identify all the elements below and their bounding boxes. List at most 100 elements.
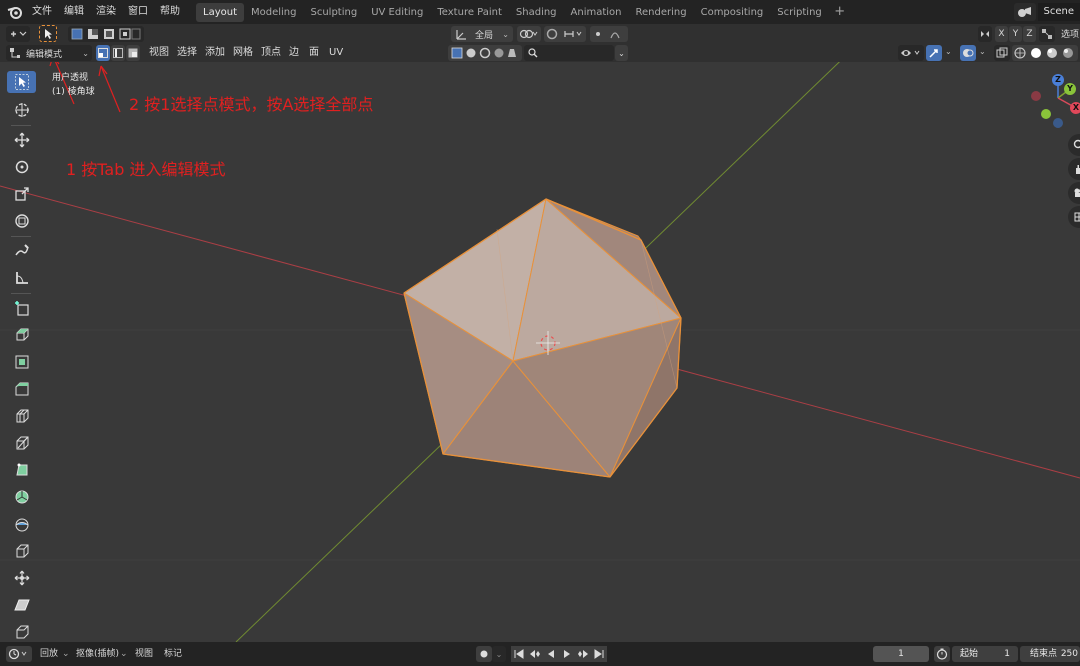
jump-end-button[interactable]: [591, 646, 607, 662]
tab-rendering[interactable]: Rendering: [629, 3, 694, 22]
visibility-dropdown[interactable]: [898, 45, 924, 61]
gizmo-y-axis[interactable]: Y: [1064, 83, 1076, 95]
options-dropdown[interactable]: 选项: [1061, 27, 1079, 40]
object-type-visibility-group[interactable]: [448, 45, 522, 61]
mirror-y-toggle[interactable]: Y: [1009, 26, 1022, 42]
editor-type-icon[interactable]: [6, 26, 30, 42]
knife-tool-icon[interactable]: [7, 432, 36, 454]
menu-help[interactable]: 帮助: [154, 0, 186, 24]
jump-start-button[interactable]: [511, 646, 527, 662]
end-frame-field[interactable]: 结束点 250: [1020, 646, 1080, 662]
tab-shading[interactable]: Shading: [509, 3, 564, 22]
prev-keyframe-button[interactable]: [527, 646, 543, 662]
vertex-select-mode-button[interactable]: [96, 45, 110, 61]
tab-texture-paint[interactable]: Texture Paint: [430, 3, 509, 22]
mode-dropdown[interactable]: 编辑模式 ⌄: [6, 45, 92, 61]
preview-range-icon[interactable]: [934, 646, 950, 662]
menu-window[interactable]: 窗口: [122, 0, 154, 24]
edit-mode-icon: [10, 48, 20, 58]
scene-name-field[interactable]: Scene: [1037, 3, 1080, 21]
annotate-tool-icon[interactable]: [7, 240, 36, 262]
menu-render[interactable]: 渲染: [90, 0, 122, 24]
shear-tool-icon[interactable]: [7, 594, 36, 616]
transform-tool-icon[interactable]: [7, 210, 36, 232]
box-select-mode-icons[interactable]: [70, 28, 142, 40]
face-select-mode-button[interactable]: [126, 45, 140, 61]
chevron-down-icon[interactable]: ⌄: [492, 646, 506, 662]
tab-compositing[interactable]: Compositing: [694, 3, 771, 22]
select-box-tool[interactable]: [7, 71, 36, 93]
3d-viewport[interactable]: 用户透视 (1) 棱角球 2 按1选择点模式，按A选择全部点 1 按Tab 进入…: [0, 62, 1080, 642]
blender-logo-icon[interactable]: [4, 2, 26, 22]
menu-file[interactable]: 文件: [26, 0, 58, 24]
extrude-tool-icon[interactable]: [7, 324, 36, 346]
chevron-down-icon[interactable]: ⌄: [979, 47, 986, 56]
playback-menu[interactable]: 回放: [40, 646, 58, 662]
pivot-point-dropdown[interactable]: [517, 26, 541, 42]
scene-icon[interactable]: [1013, 3, 1036, 21]
marker-menu[interactable]: 标记: [164, 646, 182, 662]
smooth-tool-icon[interactable]: [7, 513, 36, 535]
bevel-tool-icon[interactable]: [7, 378, 36, 400]
keying-menu[interactable]: 抠像(插帧): [76, 646, 119, 662]
chevron-down-icon[interactable]: ⌄: [615, 45, 628, 61]
mirror-x-toggle[interactable]: X: [995, 26, 1008, 42]
mirror-icon[interactable]: [978, 26, 992, 42]
xray-toggle-icon[interactable]: [994, 45, 1010, 61]
loop-cut-tool-icon[interactable]: [7, 405, 36, 427]
play-button[interactable]: [559, 646, 575, 662]
add-cube-tool-icon[interactable]: [7, 297, 36, 319]
chevron-down-icon[interactable]: ⌄: [62, 646, 70, 662]
menu-select[interactable]: 选择: [177, 44, 197, 62]
add-workspace-button[interactable]: +: [832, 4, 848, 20]
inset-tool-icon[interactable]: [7, 351, 36, 373]
gizmo-x-axis[interactable]: X: [1070, 102, 1080, 114]
start-frame-field[interactable]: 起始 1: [952, 646, 1018, 662]
tab-layout[interactable]: Layout: [196, 2, 244, 22]
menu-vertex[interactable]: 顶点: [261, 44, 281, 62]
tab-sculpting[interactable]: Sculpting: [304, 3, 365, 22]
poly-build-tool-icon[interactable]: [7, 459, 36, 481]
play-reverse-button[interactable]: [543, 646, 559, 662]
spin-tool-icon[interactable]: [7, 486, 36, 508]
menu-face[interactable]: 面: [309, 44, 319, 62]
rip-tool-icon[interactable]: [7, 621, 36, 643]
shading-mode-group[interactable]: [1012, 45, 1078, 61]
view-menu[interactable]: 视图: [135, 646, 153, 662]
scale-tool-icon[interactable]: [7, 183, 36, 205]
measure-tool-icon[interactable]: [7, 267, 36, 289]
chevron-down-icon[interactable]: ⌄: [945, 47, 952, 56]
rotate-tool-icon[interactable]: [7, 156, 36, 178]
edge-slide-tool-icon[interactable]: [7, 540, 36, 562]
next-keyframe-button[interactable]: [575, 646, 591, 662]
chevron-down-icon[interactable]: ⌄: [120, 646, 128, 662]
tab-modeling[interactable]: Modeling: [244, 3, 304, 22]
proportional-edit-group[interactable]: [590, 26, 628, 42]
tab-animation[interactable]: Animation: [564, 3, 629, 22]
edge-select-mode-button[interactable]: [111, 45, 125, 61]
current-frame-field[interactable]: 1: [873, 646, 929, 662]
menu-mesh[interactable]: 网格: [233, 44, 253, 62]
overlay-toggle-button[interactable]: [960, 45, 976, 61]
tab-scripting[interactable]: Scripting: [770, 3, 828, 22]
toolbar-divider: [11, 236, 31, 237]
menu-view[interactable]: 视图: [149, 44, 169, 62]
timeline-editor-icon[interactable]: [6, 646, 32, 662]
move-tool-icon[interactable]: [7, 129, 36, 151]
menu-add[interactable]: 添加: [205, 44, 225, 62]
select-tool-icon[interactable]: [39, 25, 57, 42]
search-input[interactable]: [524, 45, 614, 61]
record-button[interactable]: [476, 646, 492, 662]
tab-uv-editing[interactable]: UV Editing: [364, 3, 430, 22]
menu-edit[interactable]: 编辑: [58, 0, 90, 24]
cursor-tool-icon[interactable]: [7, 99, 36, 121]
menu-edge[interactable]: 边: [289, 44, 299, 62]
shrink-fatten-tool-icon[interactable]: [7, 567, 36, 589]
transform-orientation-dropdown[interactable]: 全局 ⌄: [451, 26, 513, 42]
gizmo-toggle-button[interactable]: [926, 45, 942, 61]
mesh-options-icon[interactable]: [1039, 26, 1055, 42]
snapping-group[interactable]: [544, 26, 586, 42]
mirror-z-toggle[interactable]: Z: [1023, 26, 1036, 42]
gizmo-z-axis[interactable]: Z: [1052, 74, 1064, 86]
menu-uv[interactable]: UV: [329, 44, 343, 62]
